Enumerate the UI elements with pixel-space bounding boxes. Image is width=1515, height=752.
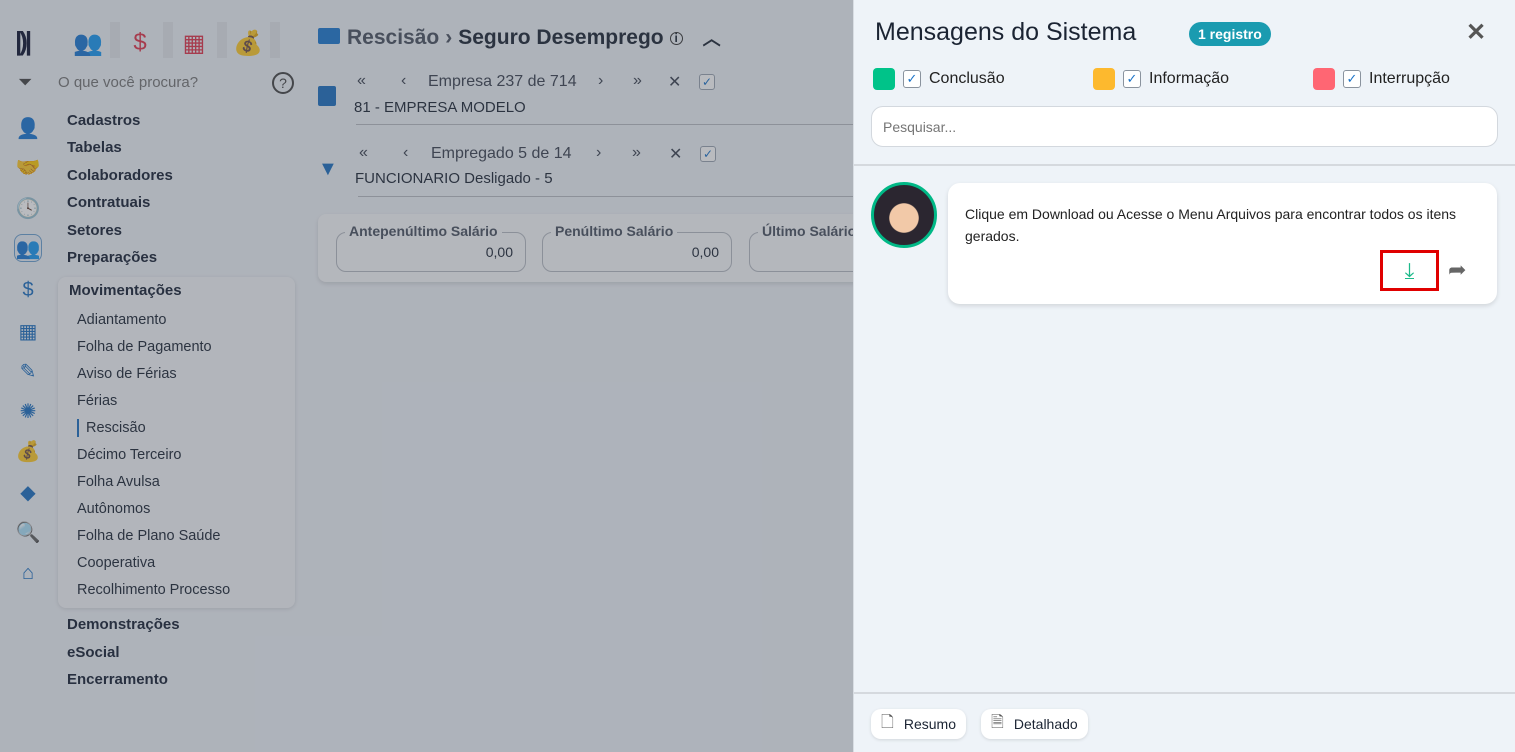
interrupcao-checkbox[interactable]: ✓ bbox=[1343, 70, 1361, 88]
legend-interrupcao[interactable]: ✓ Interrupção bbox=[1313, 68, 1450, 90]
assistant-avatar bbox=[871, 182, 937, 248]
panel-title: Mensagens do Sistema bbox=[875, 18, 1137, 46]
conclusao-swatch bbox=[873, 68, 895, 90]
detalhado-button[interactable]: 🗎 Detalhado bbox=[981, 709, 1088, 739]
conclusao-label: Conclusão bbox=[929, 70, 1005, 87]
legend-conclusao[interactable]: ✓ Conclusão bbox=[873, 68, 1005, 90]
resumo-button[interactable]: 🗋 Resumo bbox=[871, 709, 967, 739]
informacao-swatch bbox=[1093, 68, 1115, 90]
informacao-label: Informação bbox=[1149, 70, 1230, 87]
modal-backdrop[interactable] bbox=[0, 0, 853, 752]
legend-informacao[interactable]: ✓ Informação bbox=[1093, 68, 1229, 90]
resumo-label: Resumo bbox=[903, 716, 957, 732]
messages-panel: Mensagens do Sistema 1 registro ✕ ✓ Concl… bbox=[853, 0, 1515, 752]
conclusao-checkbox[interactable]: ✓ bbox=[903, 70, 921, 88]
download-button[interactable]: ⤓ bbox=[1380, 250, 1439, 291]
messages-search-input[interactable] bbox=[871, 106, 1498, 147]
interrupcao-swatch bbox=[1313, 68, 1335, 90]
records-badge: 1 registro bbox=[1189, 22, 1271, 46]
forward-icon[interactable]: ➦ bbox=[1448, 257, 1466, 283]
informacao-checkbox[interactable]: ✓ bbox=[1123, 70, 1141, 88]
file-icon: 🗋 bbox=[881, 713, 894, 731]
document-lines-icon: 🗎 bbox=[991, 713, 1004, 731]
message-text: Clique em Download ou Acesse o Menu Arqu… bbox=[965, 206, 1457, 244]
close-button[interactable]: ✕ bbox=[1466, 18, 1486, 47]
message-card: Clique em Download ou Acesse o Menu Arqu… bbox=[948, 183, 1497, 304]
detalhado-label: Detalhado bbox=[1013, 716, 1078, 732]
interrupcao-label: Interrupção bbox=[1369, 70, 1450, 87]
